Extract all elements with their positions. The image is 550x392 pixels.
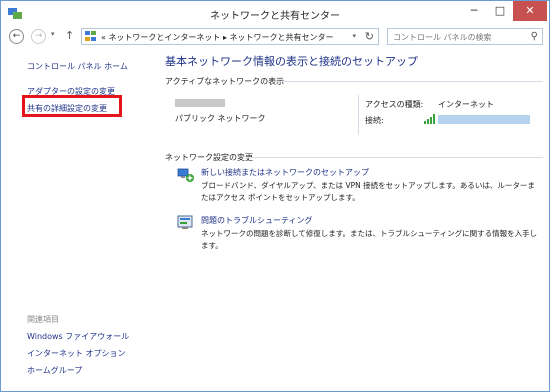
navigation-bar: ← → ▾ ↑ « ネットワークとインターネット ▸ ネットワークと共有センター… bbox=[1, 25, 549, 47]
highlight-annotation bbox=[22, 95, 122, 117]
title-bar: ネットワークと共有センター ─ □ ✕ bbox=[1, 1, 549, 25]
access-type-label: アクセスの種類: bbox=[365, 100, 424, 109]
sidebar-link-control-panel-home[interactable]: コントロール パネル ホーム bbox=[27, 61, 128, 72]
network-name-redacted bbox=[175, 99, 225, 107]
active-networks-heading: アクティブなネットワークの表示 bbox=[165, 77, 285, 86]
back-button[interactable]: ← bbox=[9, 29, 24, 44]
refresh-icon[interactable]: ↻ bbox=[365, 30, 374, 43]
related-heading: 関連項目 bbox=[27, 315, 59, 324]
divider bbox=[275, 81, 543, 82]
troubleshoot-link[interactable]: 問題のトラブルシューティング bbox=[201, 215, 313, 226]
maximize-button[interactable]: □ bbox=[487, 1, 513, 21]
page-title: 基本ネットワーク情報の表示と接続のセットアップ bbox=[165, 55, 418, 68]
sidebar: コントロール パネル ホーム アダプターの設定の変更 共有の詳細設定の変更 関連… bbox=[2, 49, 150, 391]
window: ネットワークと共有センター ─ □ ✕ ← → ▾ ↑ « ネットワークとインタ… bbox=[0, 0, 550, 392]
troubleshoot-description: ネットワークの問題を診断して修復します。または、トラブルシューティングに関する情… bbox=[201, 229, 538, 250]
troubleshoot-icon bbox=[177, 215, 193, 229]
sidebar-link-homegroup[interactable]: ホームグループ bbox=[27, 365, 82, 376]
vertical-divider bbox=[358, 95, 359, 135]
new-connection-description: ブロードバンド、ダイヤルアップ、または VPN 接続をセットアップします。あるい… bbox=[201, 181, 535, 202]
sidebar-link-internet-options[interactable]: インターネット オプション bbox=[27, 348, 126, 359]
minimize-button[interactable]: ─ bbox=[461, 1, 487, 21]
breadcrumb[interactable]: « ネットワークとインターネット ▸ ネットワークと共有センター bbox=[101, 32, 334, 43]
search-icon[interactable]: ⚲ bbox=[531, 31, 538, 42]
address-chevron-down-icon[interactable]: ▾ bbox=[352, 32, 356, 40]
search-input[interactable]: コントロール パネルの検索 bbox=[393, 32, 492, 43]
search-box[interactable]: コントロール パネルの検索 ⚲ bbox=[387, 28, 543, 45]
network-settings-heading: ネットワーク設定の変更 bbox=[165, 153, 253, 162]
address-bar[interactable]: « ネットワークとインターネット ▸ ネットワークと共有センター ▾ ↻ bbox=[81, 28, 379, 45]
main-content: 基本ネットワーク情報の表示と接続のセットアップ アクティブなネットワークの表示 … bbox=[151, 49, 549, 391]
wifi-signal-icon bbox=[424, 114, 435, 124]
connection-link-redacted[interactable] bbox=[438, 115, 530, 124]
network-type: パブリック ネットワーク bbox=[175, 114, 266, 123]
network-setup-icon bbox=[177, 168, 194, 182]
access-type-value: インターネット bbox=[438, 100, 494, 109]
divider bbox=[245, 157, 543, 158]
forward-button[interactable]: → bbox=[31, 29, 46, 44]
close-button[interactable]: ✕ bbox=[513, 1, 547, 21]
new-connection-link[interactable]: 新しい接続またはネットワークのセットアップ bbox=[201, 167, 369, 178]
control-panel-icon bbox=[85, 31, 96, 41]
sidebar-link-firewall[interactable]: Windows ファイアウォール bbox=[27, 331, 129, 342]
connection-label: 接続: bbox=[365, 116, 384, 125]
recent-locations-chevron-icon[interactable]: ▾ bbox=[51, 30, 55, 38]
up-button[interactable]: ↑ bbox=[65, 29, 74, 42]
